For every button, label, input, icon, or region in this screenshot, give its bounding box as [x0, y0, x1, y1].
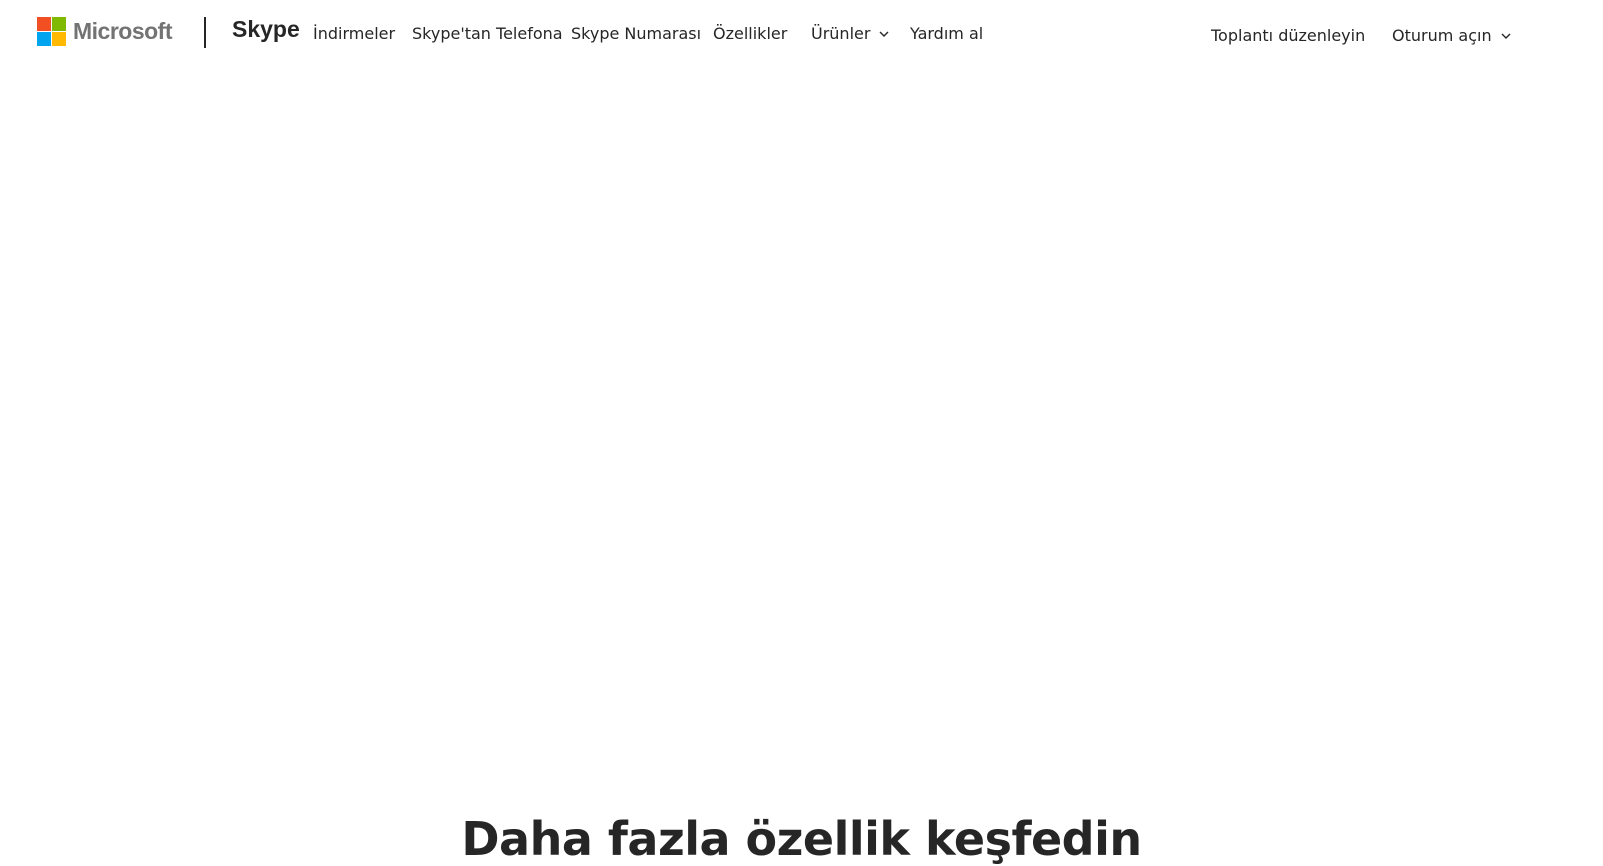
nav-item-get-help[interactable]: Yardım al [910, 24, 983, 43]
nav-item-label: Ürünler [811, 24, 871, 43]
nav-item-skype-to-phone[interactable]: Skype'tan Telefona [412, 24, 563, 43]
nav-item-features[interactable]: Özellikler [713, 24, 787, 43]
nav-item-label: İndirmeler [313, 24, 396, 43]
host-meeting-link[interactable]: Toplantı düzenleyin [1211, 26, 1365, 45]
chevron-down-icon [878, 28, 890, 40]
microsoft-logo[interactable]: Microsoft [37, 17, 173, 46]
section-title: Daha fazla özellik keşfedin [461, 812, 1142, 866]
host-meeting-label: Toplantı düzenleyin [1211, 26, 1366, 45]
nav-item-skype-number[interactable]: Skype Numarası [571, 24, 701, 43]
nav-item-label: Skype'tan Telefona [412, 24, 563, 43]
nav-item-downloads[interactable]: İndirmeler [313, 24, 395, 43]
nav-item-label: Skype Numarası [571, 24, 702, 43]
logo-divider [204, 17, 206, 48]
signin-button[interactable]: Oturum açın [1392, 26, 1512, 45]
skype-brand-link[interactable]: Skype [232, 16, 300, 43]
microsoft-squares-icon [37, 17, 66, 46]
nav-item-label: Yardım al [910, 24, 984, 43]
nav-item-label: Özellikler [713, 24, 788, 43]
microsoft-logo-text: Microsoft [73, 18, 173, 44]
nav-item-products[interactable]: Ürünler [811, 24, 890, 43]
chevron-down-icon [1500, 30, 1512, 42]
hero-area [0, 70, 1603, 790]
signin-label: Oturum açın [1392, 26, 1492, 45]
site-header: Microsoft Skype İndirmeler Skype'tan Tel… [0, 0, 1603, 70]
